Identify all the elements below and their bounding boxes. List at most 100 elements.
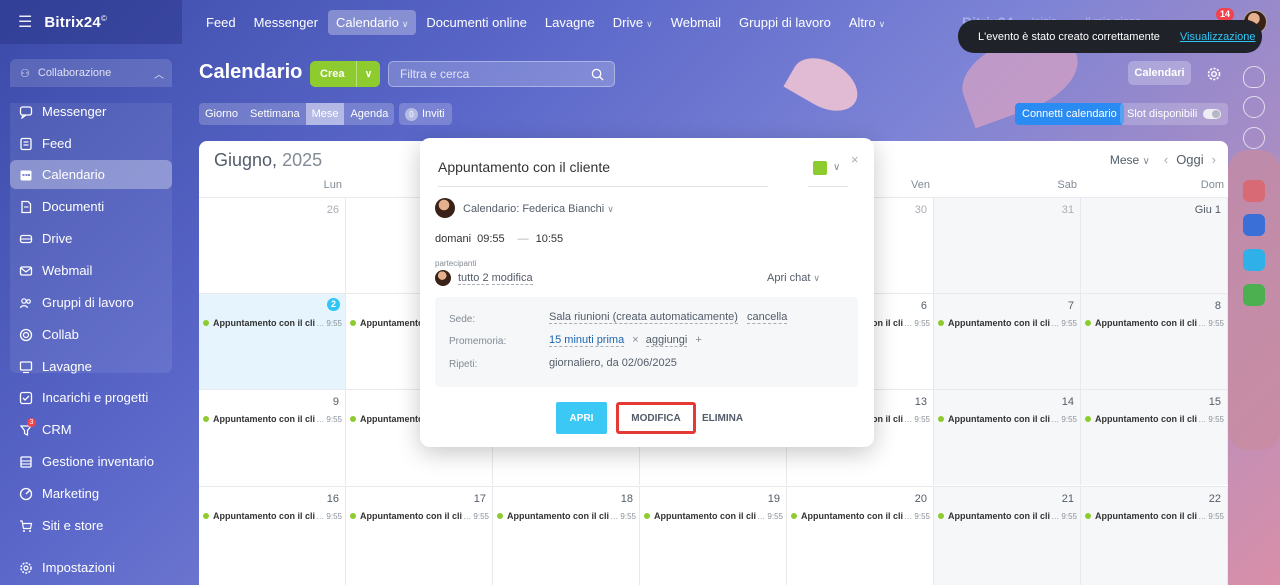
day-number[interactable]: 26 [327,204,339,216]
day-number[interactable]: 22 [1209,493,1221,505]
calendar-day-cell[interactable]: 7 Appuntamento con il clie… 9:55 [934,293,1081,389]
calendar-day-cell[interactable]: 31 [934,197,1081,293]
sidebar-item-documenti[interactable]: Documenti [10,192,172,221]
calendar-event[interactable]: Appuntamento con il clie… 9:55 [644,509,783,523]
day-number[interactable]: 13 [915,396,927,408]
calendar-day-cell[interactable]: 18 Appuntamento con il clie… 9:55 [493,486,640,585]
calendar-event[interactable]: Appuntamento con il clie… 9:55 [203,316,342,330]
day-number[interactable]: 30 [915,204,927,216]
app-icon[interactable] [1243,284,1265,306]
calendar-event[interactable]: Appuntamento con il clie… 9:55 [938,316,1077,330]
sidebar-item-marketing[interactable]: Marketing [10,479,172,508]
notifications-icon[interactable] [1243,66,1265,88]
event-color-swatch[interactable] [813,161,827,175]
delete-button[interactable]: ELIMINA [702,413,743,424]
nav-item-drive[interactable]: Drive ∨ [605,10,661,35]
day-number[interactable]: 14 [1062,396,1074,408]
sidebar-item-messenger[interactable]: Messenger [10,97,172,126]
calendar-day-cell[interactable]: 22 Appuntamento con il clie… 9:55 [1081,486,1228,585]
nav-item-feed[interactable]: Feed [198,10,244,35]
settings-button[interactable] [1200,61,1228,87]
app-icon[interactable] [1243,214,1265,236]
brand-logo[interactable]: Bitrix24© [44,14,107,31]
calendar-day-cell[interactable]: 17 Appuntamento con il clie… 9:55 [346,486,493,585]
sidebar-item-siti-e-store[interactable]: Siti e store [10,511,172,540]
day-number[interactable]: 21 [1062,493,1074,505]
sidebar-item-crm[interactable]: 3 CRM [10,415,172,444]
calendar-day-cell[interactable]: 14 Appuntamento con il clie… 9:55 [934,389,1081,485]
close-icon[interactable]: × [851,152,859,167]
calendar-event[interactable]: Appuntamento con il clie… 9:55 [1085,316,1224,330]
day-number[interactable]: 16 [327,493,339,505]
sidebar-item-incarichi-e-progetti[interactable]: Incarichi e progetti [10,383,172,412]
next-arrow-icon[interactable]: › [1212,152,1216,167]
calendar-day-cell[interactable]: 21 Appuntamento con il clie… 9:55 [934,486,1081,585]
calendar-day-cell[interactable]: 19 Appuntamento con il clie… 9:55 [640,486,787,585]
day-number[interactable]: 7 [1068,300,1074,312]
nav-item-messenger[interactable]: Messenger [246,10,326,35]
venue-room-link[interactable]: Sala riunioni (creata automaticamente) [549,311,738,324]
view-dropdown[interactable]: Mese ∨ [1110,153,1150,167]
sidebar-item-impostazioni[interactable]: Impostazioni [10,553,172,582]
help-icon[interactable] [1243,96,1265,118]
menu-icon[interactable]: ☰ [18,12,32,32]
calendar-day-cell[interactable]: 26 [199,197,346,293]
day-number[interactable]: 2 [327,298,340,311]
nav-item-gruppi-di-lavoro[interactable]: Gruppi di lavoro [731,10,839,35]
day-number[interactable]: Giu 1 [1195,204,1221,216]
toast-view-link[interactable]: Visualizzazione [1180,31,1256,43]
calendar-day-cell[interactable]: 8 Appuntamento con il clie… 9:55 [1081,293,1228,389]
add-icon[interactable]: + [695,334,701,346]
invites-button[interactable]: 0 Inviti [399,103,452,125]
view-giorno[interactable]: Giorno [199,103,244,125]
day-number[interactable]: 8 [1215,300,1221,312]
calendar-event[interactable]: Appuntamento con il clie… 9:55 [203,412,342,426]
search-input[interactable] [400,67,584,81]
day-number[interactable]: 19 [768,493,780,505]
sidebar-item-webmail[interactable]: Webmail [10,256,172,285]
calendar-event[interactable]: Appuntamento con il clie… 9:55 [203,509,342,523]
nav-item-documenti-online[interactable]: Documenti online [418,10,534,35]
nav-item-webmail[interactable]: Webmail [663,10,729,35]
open-chat-dropdown[interactable]: Apri chat ∨ [767,272,820,284]
sidebar-item-lavagne[interactable]: Lavagne [10,352,172,381]
app-icon[interactable] [1243,180,1265,202]
calendar-event[interactable]: Appuntamento con il clie… 9:55 [497,509,636,523]
calendar-event[interactable]: Appuntamento con il clie… 9:55 [350,509,489,523]
sidebar-item-gestione-inventario[interactable]: Gestione inventario [10,447,172,476]
search-field[interactable] [388,61,615,87]
calendars-button[interactable]: Calendari [1128,61,1191,85]
open-button[interactable]: APRI [556,402,607,434]
app-icon[interactable] [1243,249,1265,271]
day-number[interactable]: 18 [621,493,633,505]
sidebar-item-gruppi-di-lavoro[interactable]: Gruppi di lavoro [10,288,172,317]
participants-edit-link[interactable]: modifica [491,272,533,285]
add-reminder-link[interactable]: aggiungi [645,334,688,347]
sidebar-item-feed[interactable]: Feed [10,129,172,158]
available-slots-button[interactable]: Slot disponibili [1120,103,1228,125]
event-title[interactable]: Appuntamento con il cliente [438,159,768,187]
calendar-event[interactable]: Appuntamento con il clie… 9:55 [1085,412,1224,426]
create-button[interactable]: Crea ∨ [310,61,380,87]
nav-item-lavagne[interactable]: Lavagne [537,10,603,35]
calendar-day-cell[interactable]: 16 Appuntamento con il clie… 9:55 [199,486,346,585]
calendar-event[interactable]: Appuntamento con il clie… 9:55 [1085,509,1224,523]
search-icon[interactable] [591,68,604,81]
day-number[interactable]: 15 [1209,396,1221,408]
remove-reminder-icon[interactable]: × [632,334,638,346]
calendar-day-cell[interactable]: 2 Appuntamento con il clie… 9:55 [199,293,346,389]
view-settimana[interactable]: Settimana [244,103,306,125]
chevron-down-icon[interactable]: ∨ [833,162,840,173]
calendar-day-cell[interactable]: 9 Appuntamento con il clie… 9:55 [199,389,346,485]
calendar-event[interactable]: Appuntamento con il clie… 9:55 [791,509,930,523]
view-mese[interactable]: Mese [305,103,345,125]
sidebar-item-collab[interactable]: Collab [10,320,172,349]
today-button[interactable]: Oggi [1176,152,1203,167]
edit-button[interactable]: MODIFICA [616,402,696,434]
calendar-owner-select[interactable]: Calendario: Federica Bianchi ∨ [463,203,614,215]
day-number[interactable]: 9 [333,396,339,408]
day-number[interactable]: 31 [1062,204,1074,216]
nav-item-altro[interactable]: Altro ∨ [841,10,893,35]
sidebar-item-drive[interactable]: Drive [10,224,172,253]
reminder-link[interactable]: 15 minuti prima [549,334,625,347]
